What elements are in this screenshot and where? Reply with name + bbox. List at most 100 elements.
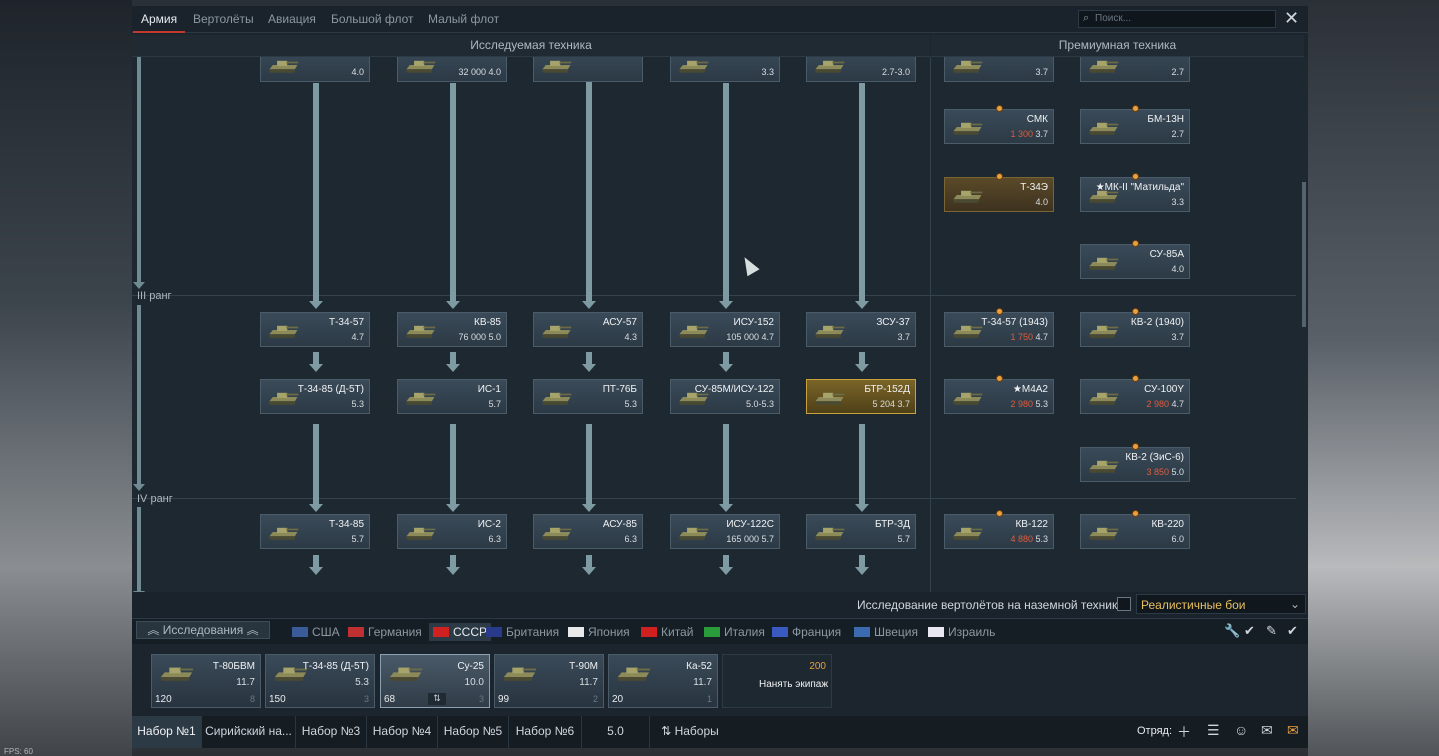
search-input[interactable]: ⌕ Поиск... [1078,10,1276,28]
tab-helicopters[interactable]: Вертолёты [193,12,254,26]
preset-tab[interactable]: Набор №1 [132,716,202,748]
add-squad-icon[interactable]: ＋ [1177,722,1191,742]
tank-icon [266,57,300,76]
vehicle-card[interactable]: 2.7-3.0 [806,57,916,82]
nation-tab[interactable]: США [292,625,340,639]
nation-tab[interactable]: Швеция [854,625,918,639]
battle-rating: 4.7 [1035,332,1048,342]
vehicle-name: АСУ-57 [602,317,637,328]
battle-rating: 5.7 [488,399,501,409]
vehicle-card[interactable]: ★М4А2 2 980 5.3 [944,375,1054,414]
tank-icon [539,319,573,341]
vehicle-card[interactable]: АСУ-57 4.3 [533,312,643,347]
vehicle-card[interactable]: ИС-1 5.7 [397,379,507,414]
crew-slot[interactable]: Т-80БВМ 11.7 120 8 [151,654,261,708]
nation-tab[interactable]: Китай [641,625,693,639]
vehicle-card[interactable]: Т-34-57 (1943) 1 750 4.7 [944,308,1054,347]
nation-tab[interactable]: Израиль [928,625,995,639]
vehicle-card[interactable]: БМ-13Н 2.7 [1080,105,1190,144]
premium-marker-icon [1132,173,1139,180]
nation-label: Китай [661,625,694,639]
crew-slot[interactable]: Ка-52 11.7 20 1 [608,654,718,708]
vehicle-card[interactable]: КВ-220 6.0 [1080,510,1190,549]
vehicle-card[interactable]: ★МК-II "Матильда" 3.3 [1080,173,1190,212]
preset-tab[interactable]: Набор №3 [296,716,367,748]
tab-bluewater-fleet[interactable]: Большой флот [331,12,414,26]
vehicle-card[interactable]: БТР-ЗД 5.7 [806,514,916,549]
crew-slot[interactable]: Т-90М 11.7 99 2 [494,654,604,708]
tree-arrow [309,352,323,372]
vehicle-card[interactable]: СУ-85А 4.0 [1080,240,1190,279]
chat-icon[interactable]: ✉ [1261,722,1273,739]
vehicle-card[interactable]: Т-34-57 4.7 [260,312,370,347]
vehicle-card[interactable]: ИС-2 6.3 [397,514,507,549]
vehicle-card[interactable]: 3.7 [944,57,1054,82]
vehicle-card[interactable] [533,57,643,82]
vehicle-card[interactable]: ИСУ-122С 165 000 5.7 [670,514,780,549]
tab-aviation[interactable]: Авиация [268,12,316,26]
check-icon[interactable]: ✔ [1244,623,1255,639]
vehicle-card[interactable]: ИСУ-152 105 000 4.7 [670,312,780,347]
tab-coastal-fleet[interactable]: Малый флот [428,12,499,26]
battle-rating: 6.3 [488,534,501,544]
premium-marker-icon [1132,375,1139,382]
crew-slot[interactable]: Су-25 10.0 68 ⇅ 3 [380,654,490,708]
nation-tab[interactable]: Германия [348,625,422,639]
preset-tab[interactable]: Набор №5 [438,716,509,748]
list-icon[interactable]: ☰ [1207,722,1220,739]
vehicle-br: 4.7 [351,332,364,342]
preset-tab[interactable]: Сирийский на... [202,716,296,748]
slot-vehicle-name: Су-25 [457,661,484,672]
nation-tab[interactable]: Италия [704,625,765,639]
tree-arrow [582,424,596,512]
nation-tab[interactable]: Британия [486,625,559,639]
vehicle-name: СУ-85М/ИСУ-122 [694,384,774,395]
repair-all-icon[interactable]: ✎ [1266,623,1277,639]
friends-icon[interactable]: ☺ [1234,722,1248,738]
vehicle-card[interactable]: КВ-122 4 880 5.3 [944,510,1054,549]
vehicle-card[interactable]: КВ-85 76 000 5.0 [397,312,507,347]
tank-icon [1086,454,1120,476]
battle-rating: 3.7 [1035,67,1048,77]
check-all-icon[interactable]: ✔ [1287,623,1298,639]
hire-crew-slot[interactable]: 200 Нанять экипаж [722,654,832,708]
tab-army[interactable]: Армия [132,12,186,33]
tree-scrollbar[interactable] [1302,182,1306,327]
vehicle-card[interactable]: ЗСУ-37 3.7 [806,312,916,347]
game-mode-select[interactable]: Реалистичные бои ⌄ [1136,594,1306,614]
vehicle-card[interactable]: СУ-85М/ИСУ-122 5.0-5.3 [670,379,780,414]
vehicle-card[interactable]: 32 000 4.0 [397,57,507,82]
nation-tab[interactable]: Франция [772,625,841,639]
vehicle-card[interactable]: 2.7 [1080,57,1190,82]
vehicle-card[interactable]: СУ-100Y 2 980 4.7 [1080,375,1190,414]
wrench-icon[interactable]: 🔧 [1224,623,1240,639]
vehicle-card[interactable]: АСУ-85 6.3 [533,514,643,549]
mail-icon[interactable]: ✉ [1287,722,1299,739]
heli-research-checkbox[interactable] [1117,597,1131,611]
vehicle-card[interactable]: БТР-152Д 5 204 3.7 [806,379,916,414]
preset-tab[interactable]: Набор №4 [367,716,438,748]
vehicle-card[interactable]: КВ-2 (1940) 3.7 [1080,308,1190,347]
close-icon[interactable]: ✕ [1284,8,1299,29]
vehicle-card[interactable]: Т-34Э 4.0 [944,173,1054,212]
research-points: 76 000 [458,332,486,342]
nation-tab[interactable]: Япония [568,625,630,639]
vehicle-card[interactable]: Т-34-85 5.7 [260,514,370,549]
vehicle-card[interactable]: 3.3 [670,57,780,82]
preset-tab[interactable]: Набор №6 [509,716,582,748]
tank-icon [812,319,846,341]
golden-eagle-cost: 2 980 [1146,399,1169,409]
nation-tab[interactable]: СССР [429,623,492,641]
crew-slot[interactable]: Т-34-85 (Д-5Т) 5.3 150 3 [265,654,375,708]
vehicle-card[interactable]: КВ-2 (ЗиС-6) 3 850 5.0 [1080,443,1190,482]
vehicle-card[interactable]: СМК 1 300 3.7 [944,105,1054,144]
vehicle-card[interactable]: 4.0 [260,57,370,82]
golden-eagle-cost: 3 850 [1146,467,1169,477]
rank-divider [132,295,1296,296]
vehicle-br: 5.7 [897,534,910,544]
swap-icon[interactable]: ⇅ [428,693,446,705]
vehicle-card[interactable]: Т-34-85 (Д-5Т) 5.3 [260,379,370,414]
presets-button[interactable]: ⇅ Наборы [650,716,730,748]
research-toggle[interactable]: ︽ Исследования ︽ [136,621,270,639]
vehicle-card[interactable]: ПТ-76Б 5.3 [533,379,643,414]
